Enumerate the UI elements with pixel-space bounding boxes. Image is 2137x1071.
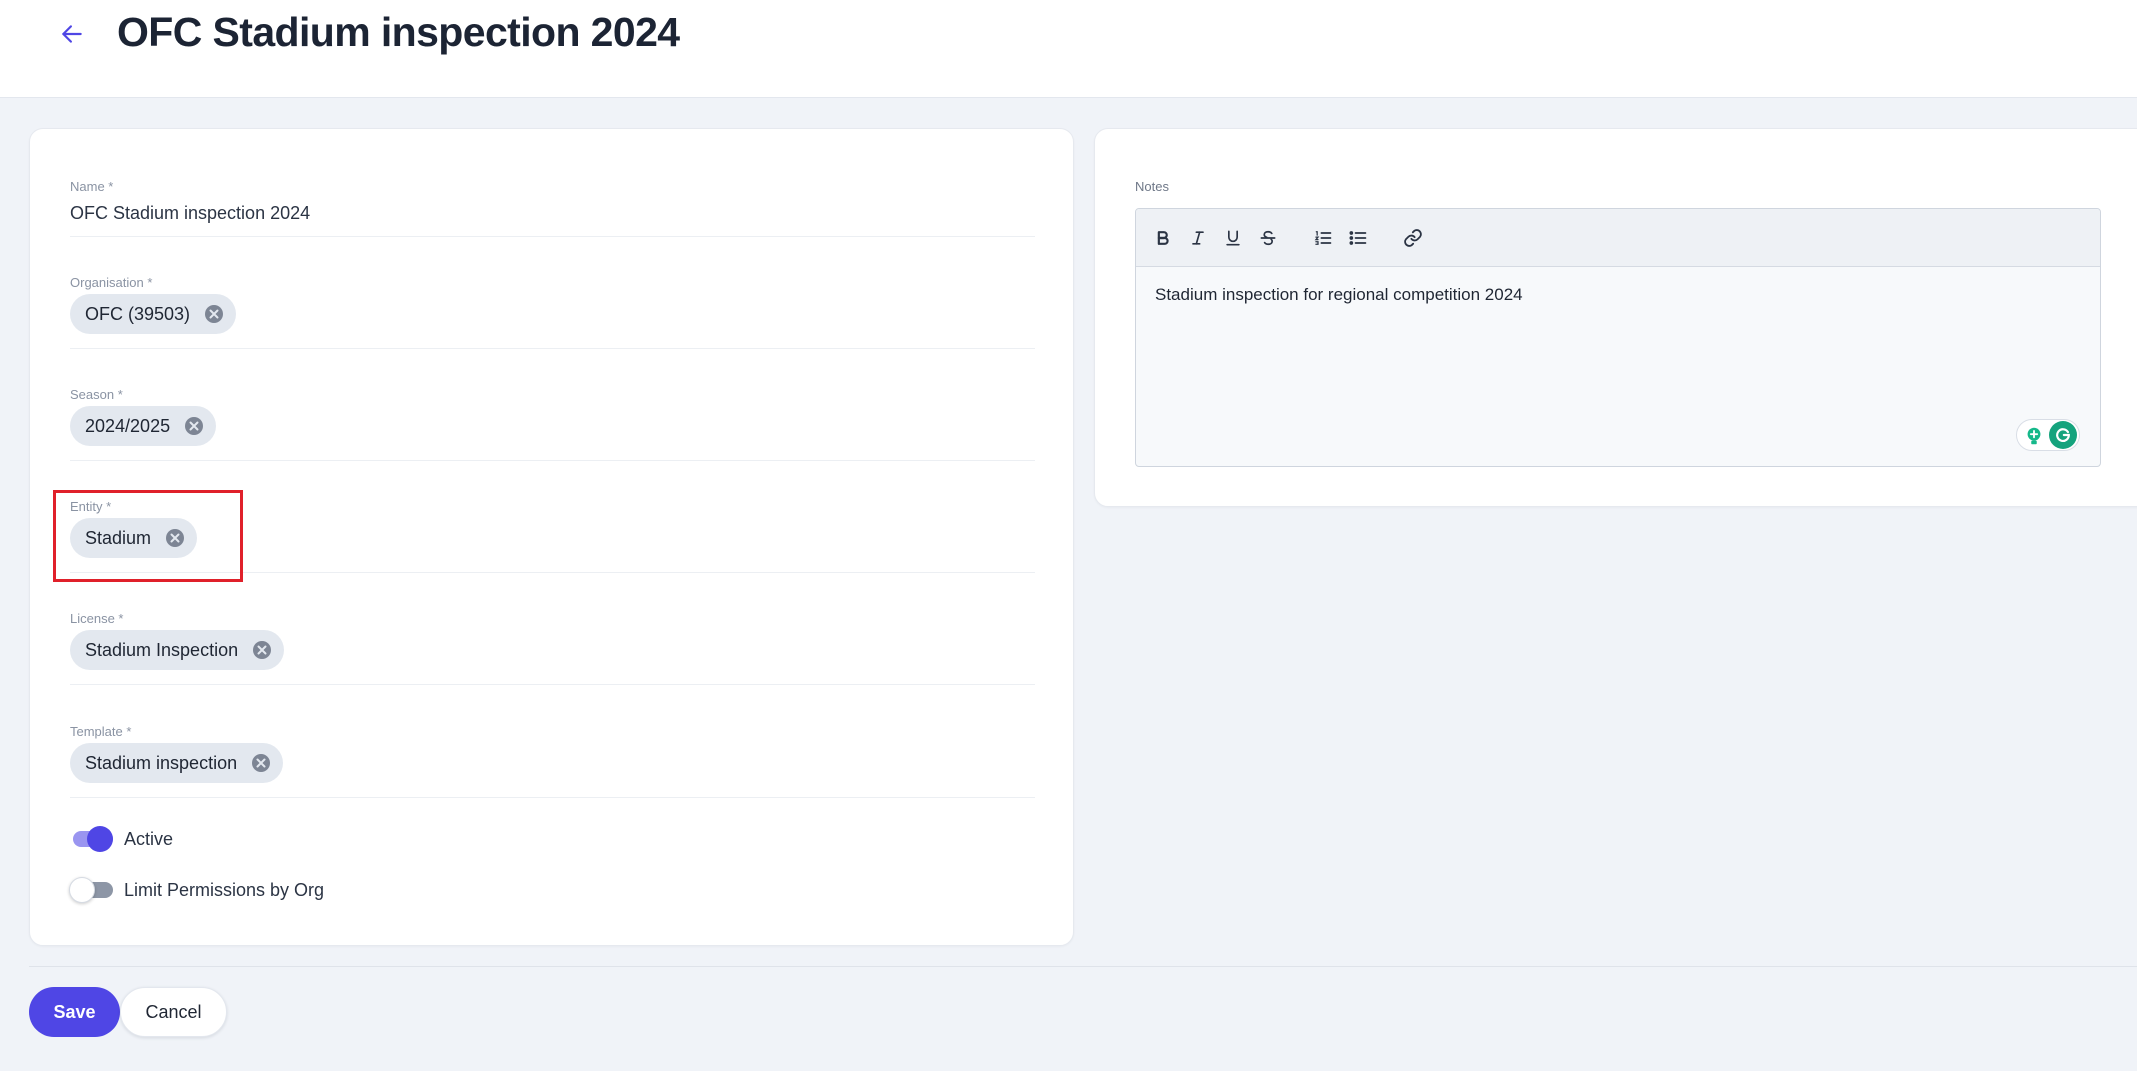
- template-field[interactable]: Template * Stadium inspection: [70, 724, 1035, 798]
- license-field[interactable]: License * Stadium Inspection: [70, 611, 1035, 685]
- notes-card: Notes Stadium inspection for regional co…: [1094, 128, 2137, 507]
- close-circle-icon: [252, 754, 271, 772]
- entity-field[interactable]: Entity * Stadium: [70, 499, 1035, 573]
- notes-content[interactable]: Stadium inspection for regional competit…: [1155, 285, 1523, 305]
- limit-permissions-toggle[interactable]: [69, 877, 113, 903]
- season-chip: 2024/2025: [70, 406, 217, 446]
- arrow-left-icon: [62, 25, 82, 43]
- bullet-list-button[interactable]: [1345, 225, 1371, 251]
- season-field[interactable]: Season * 2024/2025: [70, 387, 1035, 461]
- notes-label: Notes: [1135, 179, 1169, 194]
- save-button[interactable]: Save: [29, 987, 120, 1037]
- page-header: OFC Stadium inspection 2024: [0, 0, 2137, 98]
- editor-toolbar: [1136, 209, 2100, 267]
- organisation-chip-remove-button[interactable]: [204, 304, 224, 324]
- underline-icon: [1226, 230, 1240, 246]
- ordered-list-button[interactable]: [1310, 225, 1336, 251]
- organisation-label: Organisation *: [70, 275, 153, 290]
- active-toggle-row: Active: [69, 826, 174, 852]
- name-label: Name *: [70, 179, 114, 194]
- bullet-list-icon: [1349, 231, 1367, 245]
- strikethrough-button[interactable]: [1255, 225, 1281, 251]
- active-toggle-knob: [87, 826, 113, 852]
- grammarly-widget[interactable]: [2016, 419, 2080, 451]
- license-chip-label: Stadium Inspection: [85, 639, 239, 660]
- entity-chip-label: Stadium: [85, 527, 152, 548]
- season-chip-label: 2024/2025: [85, 415, 171, 436]
- lightbulb-icon: [2027, 427, 2041, 445]
- grammarly-logo-icon: [2049, 421, 2077, 449]
- entity-label: Entity *: [70, 499, 112, 514]
- entity-chip: Stadium: [70, 518, 198, 558]
- active-toggle[interactable]: [69, 826, 113, 852]
- template-label: Template *: [70, 724, 132, 739]
- link-button[interactable]: [1400, 225, 1426, 251]
- season-chip-remove-button[interactable]: [184, 416, 204, 436]
- bold-icon: [1157, 231, 1169, 245]
- close-circle-icon: [166, 529, 185, 547]
- close-circle-icon: [253, 641, 272, 659]
- active-label: Active: [124, 828, 174, 849]
- italic-button[interactable]: [1185, 225, 1211, 251]
- name-field[interactable]: Name * OFC Stadium inspection 2024: [70, 179, 1035, 237]
- notes-editor[interactable]: Stadium inspection for regional competit…: [1135, 208, 2101, 467]
- close-circle-icon: [205, 305, 224, 323]
- license-label: License *: [70, 611, 124, 626]
- link-icon: [1404, 229, 1422, 247]
- back-button[interactable]: [52, 14, 92, 54]
- bold-button[interactable]: [1150, 225, 1176, 251]
- page-title: OFC Stadium inspection 2024: [117, 9, 680, 55]
- inspection-form-card: Name * OFC Stadium inspection 2024 Organ…: [29, 128, 1074, 946]
- footer-divider: [29, 966, 2137, 967]
- organisation-chip: OFC (39503): [70, 294, 237, 334]
- ordered-list-icon: [1314, 231, 1332, 245]
- limit-permissions-label: Limit Permissions by Org: [124, 879, 325, 900]
- underline-button[interactable]: [1220, 225, 1246, 251]
- entity-chip-remove-button[interactable]: [165, 528, 185, 548]
- limit-permissions-toggle-knob: [69, 877, 95, 903]
- template-chip: Stadium inspection: [70, 743, 284, 783]
- license-chip: Stadium Inspection: [70, 630, 285, 670]
- limit-permissions-toggle-row: Limit Permissions by Org: [69, 877, 325, 903]
- italic-icon: [1192, 231, 1204, 245]
- organisation-chip-label: OFC (39503): [85, 303, 191, 324]
- cancel-button[interactable]: Cancel: [120, 987, 227, 1037]
- name-input-value[interactable]: OFC Stadium inspection 2024: [70, 203, 310, 224]
- close-circle-icon: [185, 417, 204, 435]
- template-chip-remove-button[interactable]: [251, 753, 271, 773]
- template-chip-label: Stadium inspection: [85, 752, 238, 773]
- season-label: Season *: [70, 387, 123, 402]
- organisation-field[interactable]: Organisation * OFC (39503): [70, 275, 1035, 349]
- strikethrough-icon: [1260, 230, 1276, 246]
- license-chip-remove-button[interactable]: [252, 640, 272, 660]
